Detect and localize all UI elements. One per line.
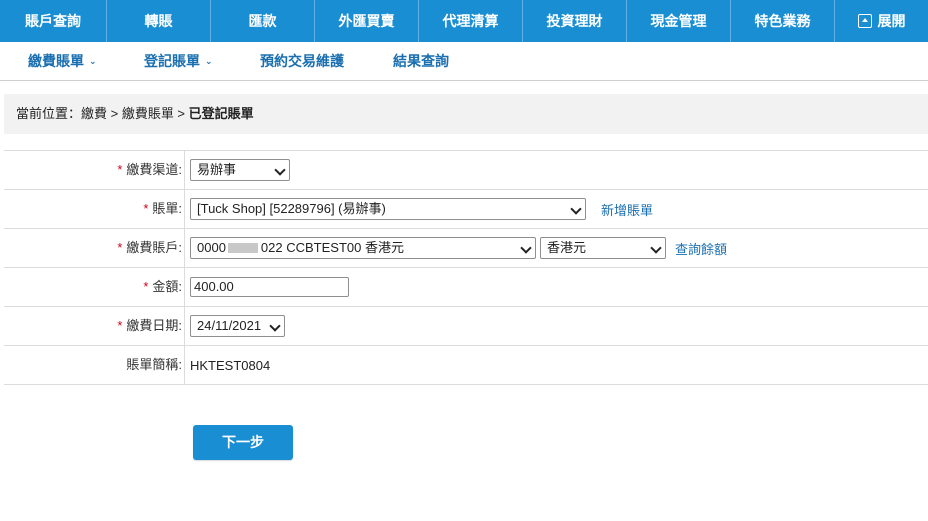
required-mark: * [117,318,123,333]
nav-remittance[interactable]: 匯款 [211,0,315,42]
form-row-date: * 繳費日期: 24/11/2021 [4,307,928,346]
subnav-bill-payment-label: 繳費賬單 [28,53,84,69]
chevron-down-icon [520,242,532,254]
subnav-scheduled-transactions[interactable]: 預約交易維護 [260,42,344,80]
currency-select[interactable]: 香港元 [540,237,666,259]
breadcrumb: 當前位置：繳費 > 繳費賬單 > 已登記賬單 [4,94,928,134]
currency-value: 香港元 [547,240,587,255]
sub-navigation: 繳費賬單 ⌄ 登記賬單 ⌄ 預約交易維護 結果查詢 [0,42,928,81]
bill-value: [Tuck Shop] [52289796] (易辦事) [197,201,386,216]
subnav-register-bill-label: 登記賬單 [144,53,200,69]
channel-select[interactable]: 易辦事 [190,159,290,181]
date-label: * 繳費日期: [4,307,185,345]
required-mark: * [117,240,123,255]
nickname-label: 賬單簡稱: [4,346,185,384]
add-bill-link[interactable]: 新增賬單 [601,200,653,219]
chevron-down-icon: ⌄ [89,56,97,66]
subnav-bill-payment[interactable]: 繳費賬單 ⌄ [28,42,97,80]
amount-input[interactable]: 400.00 [190,277,349,297]
bill-select[interactable]: [Tuck Shop] [52289796] (易辦事) [190,198,586,220]
expand-icon [857,14,872,28]
breadcrumb-current: 已登記賬單 [188,106,254,121]
account-number-suffix: 022 CCBTEST00 香港元 [260,240,404,255]
chevron-down-icon [269,320,281,332]
chevron-down-icon [570,203,582,215]
nav-account-inquiry[interactable]: 賬戶查詢 [0,0,107,42]
required-mark: * [143,279,149,294]
expand-label: 展開 [877,13,906,29]
bill-label: * 賬單: [4,190,185,228]
nav-expand-button[interactable]: 展開 [835,0,928,42]
channel-label: * 繳費渠道: [4,151,185,189]
form-row-amount: * 金額: 400.00 [4,268,928,307]
nav-transfer[interactable]: 轉賬 [107,0,211,42]
payment-form: * 繳費渠道: 易辦事 * 賬單: [Tuck Shop] [52289796] (… [4,150,928,385]
chevron-down-icon: ⌄ [205,56,213,66]
nav-investment[interactable]: 投資理財 [523,0,627,42]
form-row-channel: * 繳費渠道: 易辦事 [4,151,928,190]
check-balance-link[interactable]: 查詢餘額 [675,239,727,258]
account-label: * 繳費賬戶: [4,229,185,267]
chevron-down-icon [274,164,286,176]
top-navigation: 賬戶查詢 轉賬 匯款 外匯買賣 代理清算 投資理財 現金管理 特色業務 展開 [0,0,928,42]
masked-digits [227,243,258,253]
account-number-prefix: 0000 [197,240,226,255]
chevron-down-icon [650,242,662,254]
subnav-register-bill[interactable]: 登記賬單 ⌄ [144,42,213,80]
nav-featured-services[interactable]: 特色業務 [731,0,835,42]
subnav-result-inquiry[interactable]: 結果查詢 [393,42,449,80]
required-mark: * [117,162,123,177]
form-row-bill: * 賬單: [Tuck Shop] [52289796] (易辦事) 新增賬單 [4,190,928,229]
nav-cash-management[interactable]: 現金管理 [627,0,731,42]
breadcrumb-path: 當前位置：繳費 > 繳費賬單 > [16,106,189,121]
channel-value: 易辦事 [197,162,237,177]
date-value: 24/11/2021 [197,318,262,333]
form-row-nickname: 賬單簡稱: HKTEST0804 [4,346,928,385]
next-button[interactable]: 下一步 [193,425,293,460]
nav-agency-clearing[interactable]: 代理清算 [419,0,523,42]
amount-label: * 金額: [4,268,185,306]
date-select[interactable]: 24/11/2021 [190,315,285,337]
form-row-account: * 繳費賬戶: 0000 022 CCBTEST00 香港元 香港元 查詢餘額 [4,229,928,268]
nickname-value: HKTEST0804 [190,357,271,373]
nav-forex[interactable]: 外匯買賣 [315,0,419,42]
account-select[interactable]: 0000 022 CCBTEST00 香港元 [190,237,536,259]
required-mark: * [143,201,149,216]
